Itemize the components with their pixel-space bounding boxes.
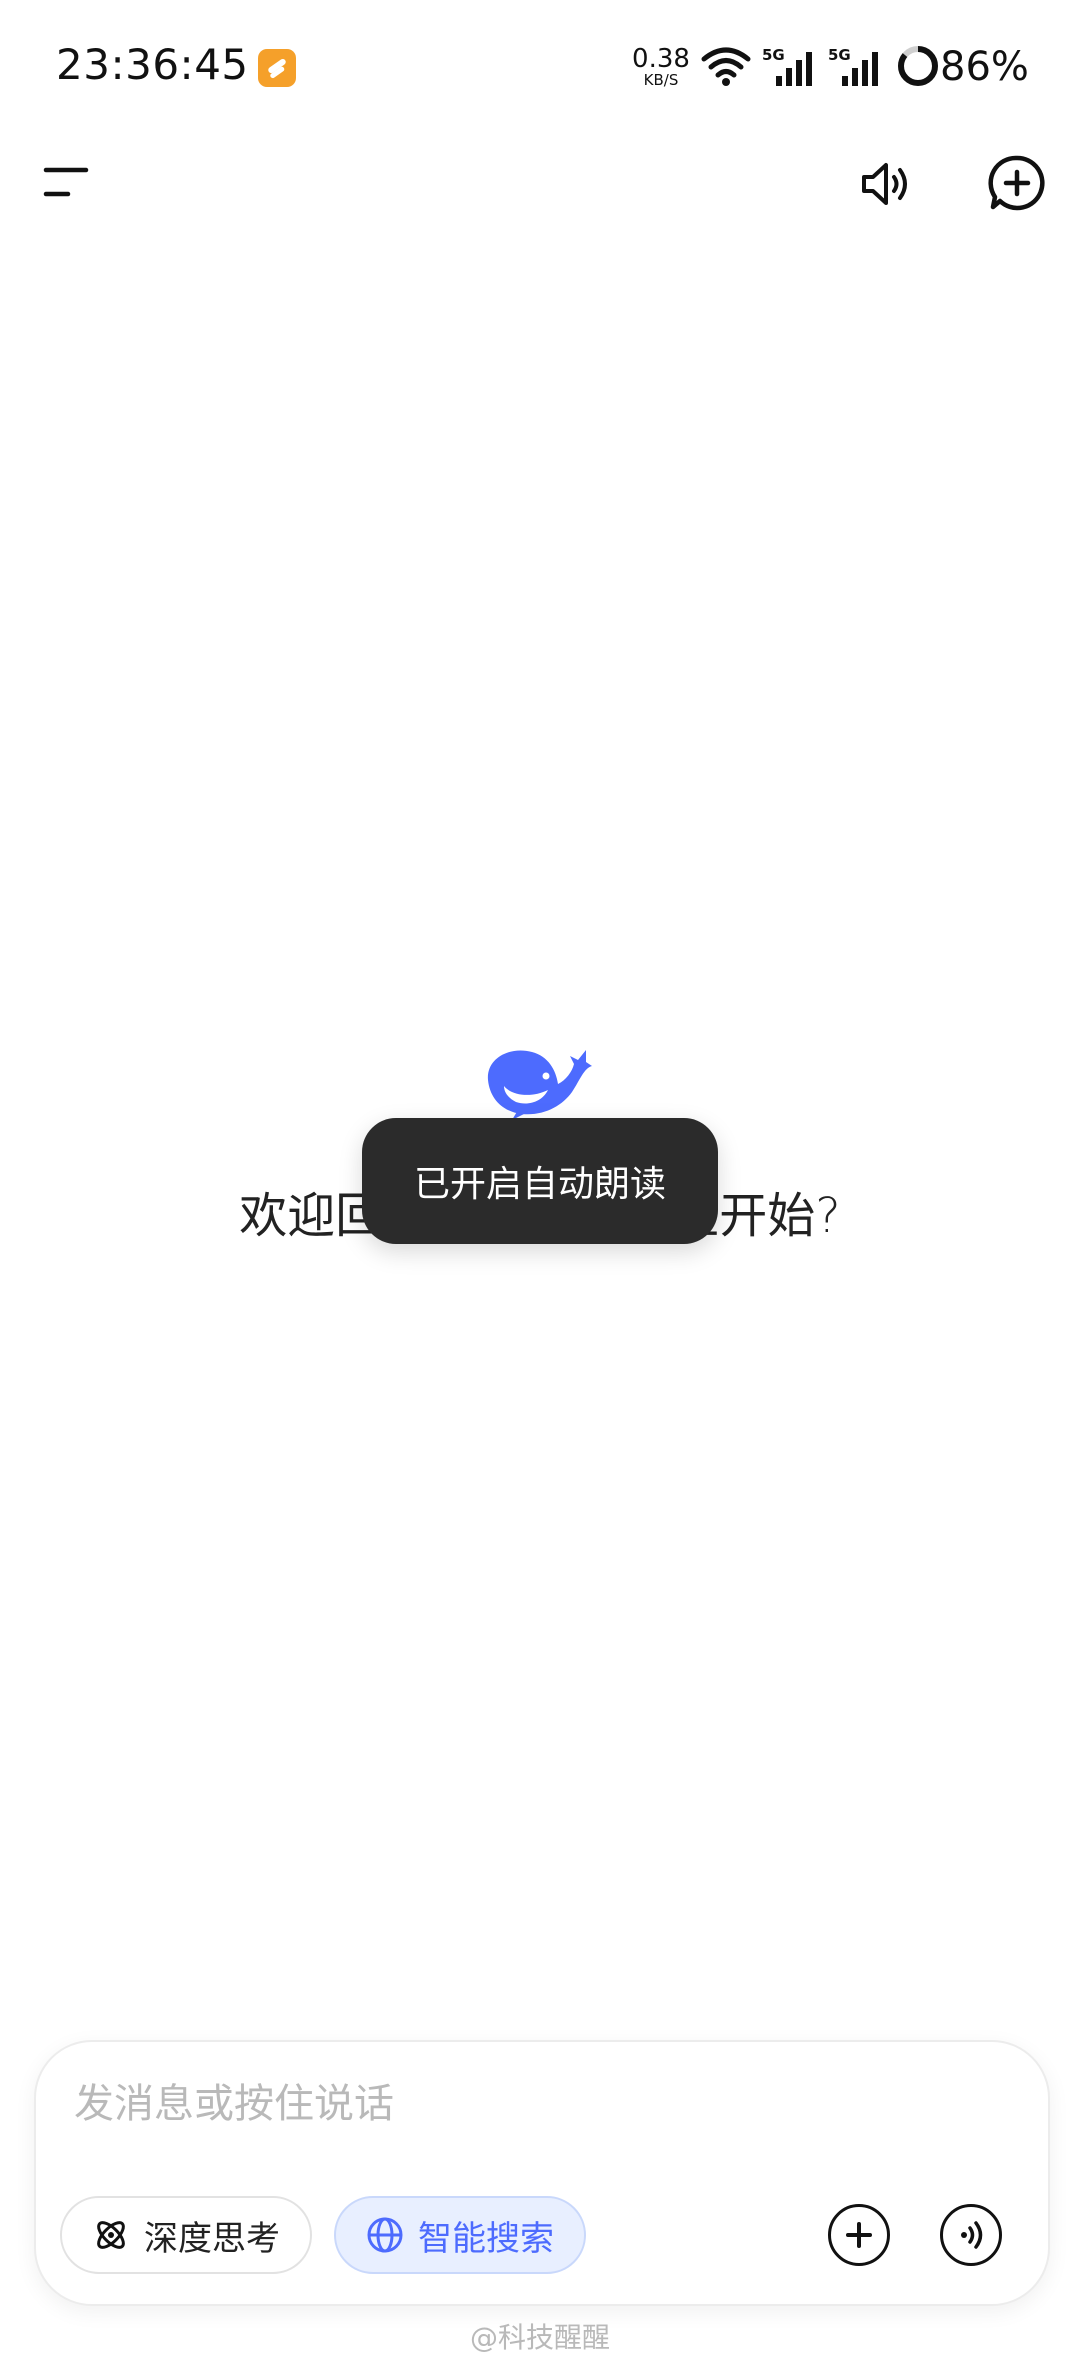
- speaker-icon[interactable]: [856, 154, 916, 214]
- new-chat-icon[interactable]: [986, 152, 1048, 214]
- message-input[interactable]: [74, 2076, 834, 2132]
- smart-search-label: 智能搜索: [418, 2218, 554, 2259]
- status-time: 23:36:45: [56, 40, 249, 89]
- cellular-signal-icon-2: 5G: [828, 46, 884, 90]
- network-speed: 0.38 KB/S: [630, 46, 692, 88]
- deep-think-toggle[interactable]: 深度思考: [60, 2196, 312, 2274]
- app-notification-icon: [258, 49, 296, 87]
- status-icons: 5G 5G: [700, 42, 940, 94]
- deep-think-label: 深度思考: [144, 2218, 280, 2259]
- network-speed-value: 0.38: [632, 44, 690, 74]
- smart-search-toggle[interactable]: 智能搜索: [334, 2196, 586, 2274]
- voice-call-icon[interactable]: [940, 2204, 1002, 2266]
- plus-circle-icon[interactable]: [828, 2204, 890, 2266]
- atom-icon: [97, 2221, 125, 2249]
- cellular-signal-icon-1: 5G: [762, 46, 818, 90]
- wifi-icon: [700, 45, 752, 91]
- battery-ring-icon: [896, 44, 940, 92]
- menu-icon[interactable]: [36, 156, 96, 208]
- network-speed-unit: KB/S: [643, 71, 679, 89]
- battery-percent: 86%: [940, 44, 1029, 90]
- watermark: @科技醒醒: [469, 2321, 610, 2354]
- auto-read-toast: 已开启自动朗读: [362, 1118, 718, 1244]
- globe-icon: [367, 2217, 403, 2253]
- whale-logo: [482, 1040, 594, 1122]
